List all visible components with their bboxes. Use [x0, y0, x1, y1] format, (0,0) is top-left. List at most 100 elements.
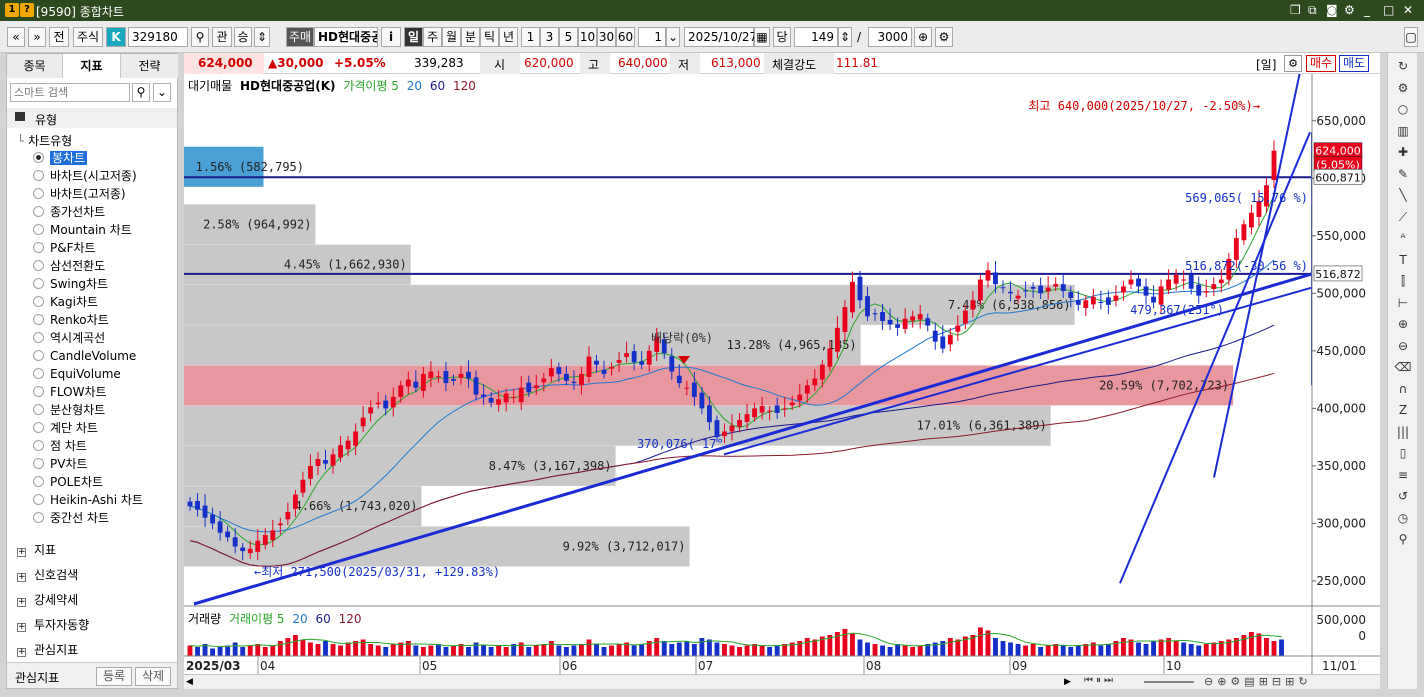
expand-plus-icon[interactable]: + [17, 598, 26, 607]
legend-ma120[interactable]: 120 [453, 79, 476, 93]
candle[interactable] [338, 445, 343, 458]
candle[interactable] [925, 318, 931, 326]
candle[interactable] [496, 399, 502, 405]
candle[interactable] [609, 366, 614, 369]
interval-60[interactable]: 60 [616, 27, 635, 47]
z-icon[interactable]: Z [1394, 401, 1412, 419]
candle[interactable] [646, 350, 652, 365]
candle[interactable] [865, 296, 870, 317]
maximize-icon[interactable]: □ [1383, 3, 1394, 17]
candle[interactable] [187, 501, 193, 507]
candle[interactable] [255, 540, 261, 552]
candle[interactable] [594, 360, 599, 365]
count-stepper-icon[interactable]: ⇕ [838, 27, 852, 47]
chart-type-item[interactable]: 계단 차트 [33, 420, 98, 437]
candle[interactable] [737, 419, 742, 427]
candle[interactable] [631, 351, 637, 363]
help-badge[interactable]: ? [20, 3, 34, 17]
scroll-left-icon[interactable]: ◀ [186, 676, 198, 688]
vlegend-ma20[interactable]: 20 [292, 612, 307, 626]
candle[interactable] [225, 531, 231, 538]
candle[interactable] [308, 465, 313, 479]
market-select[interactable]: 주식 [73, 27, 103, 47]
buy-button[interactable]: 매수 [1306, 55, 1336, 72]
candle[interactable] [1015, 295, 1021, 299]
candle[interactable] [1121, 286, 1126, 293]
legend-supply[interactable]: 대기매물 [188, 79, 232, 93]
candle[interactable] [390, 396, 396, 408]
chevron-down-icon[interactable]: ⌄ [153, 83, 171, 102]
candle[interactable] [827, 348, 833, 367]
interval-1[interactable]: 1 [521, 27, 540, 47]
zoom-out-icon[interactable]: ⊖ [1394, 337, 1412, 355]
candle[interactable] [857, 276, 863, 301]
candle[interactable] [1136, 278, 1141, 287]
candle[interactable] [1233, 238, 1239, 260]
candle[interactable] [1023, 290, 1029, 292]
legend-ma5[interactable]: 가격이평 5 [343, 79, 399, 93]
refresh-icon[interactable]: ↻ [1394, 57, 1412, 75]
tab-tick[interactable]: 틱 [480, 27, 499, 47]
scroll-right-icon[interactable]: ▶ [1064, 676, 1076, 688]
candle[interactable] [624, 353, 630, 357]
candle[interactable] [902, 318, 908, 329]
gear-icon[interactable]: ⚙ [1394, 79, 1412, 97]
candle[interactable] [526, 382, 532, 393]
candle[interactable] [729, 425, 735, 432]
candle[interactable] [458, 373, 464, 378]
radio-icon[interactable] [33, 440, 44, 451]
candle[interactable] [413, 381, 419, 388]
search-icon[interactable]: ⚲ [1394, 530, 1412, 548]
chart-type-item[interactable]: CandleVolume [33, 348, 136, 365]
candle[interactable] [518, 387, 524, 403]
candle[interactable] [292, 494, 298, 509]
chart-type-item[interactable]: Mountain 차트 [33, 222, 132, 239]
radio-icon[interactable] [33, 512, 44, 523]
vlegend-ma5[interactable]: 거래이평 5 [229, 612, 285, 626]
candle[interactable] [210, 514, 216, 524]
candle[interactable] [473, 377, 479, 395]
chart-canvas[interactable]: 1.56% (582,795) 2.58% (964,992) 4.45% (1,6… [184, 71, 1380, 674]
candle[interactable] [1128, 279, 1134, 285]
expand-plus-icon[interactable]: + [17, 623, 26, 632]
tab-day[interactable]: 일 [404, 27, 423, 47]
candle[interactable] [722, 431, 727, 437]
magnifier-icon[interactable]: ⚲ [191, 27, 209, 47]
bar-chart-icon[interactable]: ▥ [1394, 122, 1412, 140]
candle[interactable] [782, 408, 788, 410]
legend-ma60[interactable]: 60 [430, 79, 445, 93]
trend-icon[interactable]: ⟋ [1394, 208, 1412, 226]
candle[interactable] [1151, 296, 1156, 303]
candle[interactable] [556, 367, 562, 374]
candle[interactable] [744, 414, 750, 422]
radio-icon[interactable] [33, 260, 44, 271]
chart-type-item[interactable]: FLOW차트 [33, 384, 107, 401]
undo-icon[interactable]: ↺ [1394, 487, 1412, 505]
candle[interactable] [1045, 287, 1051, 292]
kospi-icon[interactable]: K [106, 27, 126, 47]
candle[interactable] [360, 417, 366, 427]
smart-search-input[interactable] [10, 83, 130, 102]
circle-icon[interactable]: ○ [1394, 100, 1412, 118]
horizontal-scrollbar[interactable]: ◀ ▶ ⏮⏸⏭ ⊖⊕⚙▤⊞⊟⊞↻ [184, 674, 1380, 689]
candle[interactable] [285, 511, 291, 520]
expand-plus-icon[interactable]: + [17, 548, 26, 557]
candle[interactable] [443, 371, 449, 384]
chart-type-item[interactable]: 종가선차트 [33, 204, 105, 221]
candle[interactable] [872, 313, 878, 315]
vlegend-volume[interactable]: 거래량 [188, 612, 221, 626]
tab-minute[interactable]: 분 [461, 27, 480, 47]
candle[interactable] [917, 314, 923, 320]
radio-icon[interactable] [33, 170, 44, 181]
candle[interactable] [699, 392, 705, 409]
close-icon[interactable]: ✕ [1403, 3, 1413, 17]
candle[interactable] [240, 547, 246, 552]
candle[interactable] [323, 460, 328, 464]
magnet-icon[interactable]: ∩ [1394, 380, 1412, 398]
candle[interactable] [1105, 297, 1111, 305]
radio-icon[interactable] [33, 332, 44, 343]
chart-type-item[interactable]: 삼선전환도 [33, 258, 105, 275]
radio-icon[interactable] [33, 188, 44, 199]
unit-input[interactable]: 1 [638, 27, 666, 47]
candle[interactable] [428, 371, 434, 379]
